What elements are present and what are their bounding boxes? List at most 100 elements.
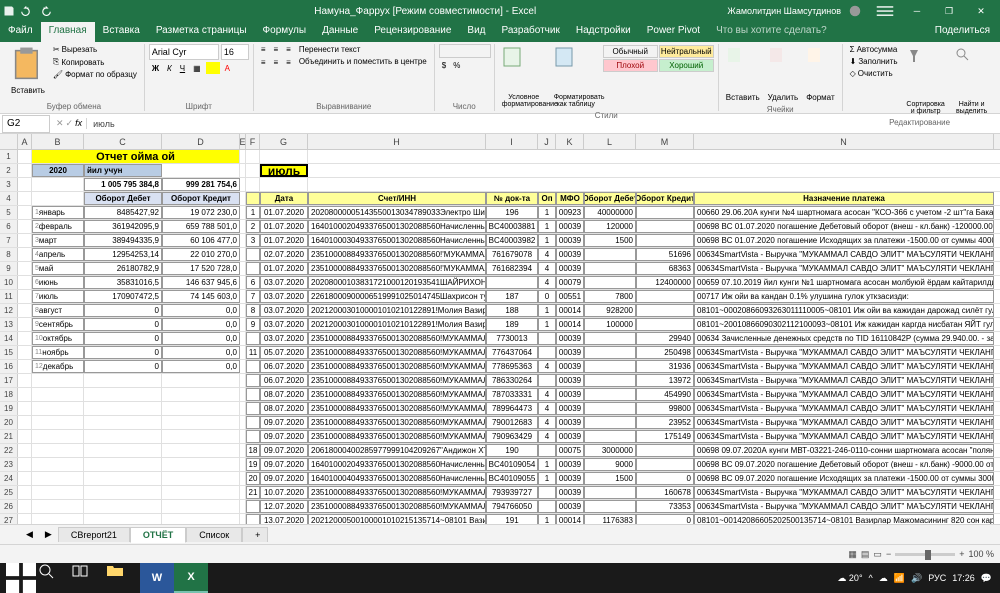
zoom-out[interactable]: − bbox=[886, 549, 891, 559]
debit-cell[interactable]: 9000 bbox=[584, 458, 636, 471]
mfo-cell[interactable]: 00039 bbox=[556, 220, 584, 233]
account-cell[interactable]: 23510000884933765001302088560!МУКАММАЛ С… bbox=[308, 360, 486, 373]
tray-up-icon[interactable]: ^ bbox=[869, 573, 873, 583]
account-cell[interactable]: 23510000884933765001302088560!МУКАММАЛ С… bbox=[308, 388, 486, 401]
credit-cell[interactable]: 146 637 945,6 bbox=[162, 276, 240, 289]
credit-cell[interactable]: 0,0 bbox=[162, 304, 240, 317]
purpose-cell[interactable]: 00698 BC 01.07.2020 погашение Дебетовый … bbox=[694, 220, 994, 233]
purpose-cell[interactable]: 00634SmartVista - Выручка "МУКАММАЛ САВД… bbox=[694, 402, 994, 415]
zoom-level[interactable]: 100 % bbox=[968, 549, 994, 559]
doc-cell[interactable]: 190 bbox=[486, 444, 538, 457]
cell[interactable] bbox=[18, 164, 32, 177]
debit-cell[interactable] bbox=[584, 276, 636, 289]
share-button[interactable]: Поделиться bbox=[925, 22, 1000, 42]
merge-button[interactable]: Объединить и поместить в центре bbox=[296, 56, 430, 67]
date-cell[interactable]: 09.07.2020 bbox=[260, 430, 308, 443]
debit-cell[interactable]: 0 bbox=[84, 318, 162, 331]
op-cell[interactable]: 1 bbox=[538, 458, 556, 471]
close-button[interactable]: ✕ bbox=[965, 0, 997, 22]
cell[interactable] bbox=[18, 402, 32, 415]
zoom-in[interactable]: + bbox=[959, 549, 964, 559]
op-cell[interactable] bbox=[538, 346, 556, 359]
date-cell[interactable]: 03.07.2020 bbox=[260, 304, 308, 317]
explorer-icon[interactable] bbox=[106, 563, 140, 593]
op-cell[interactable] bbox=[538, 500, 556, 513]
mfo-cell[interactable]: 00039 bbox=[556, 472, 584, 485]
row-header[interactable]: 25 bbox=[0, 486, 18, 499]
doc-cell[interactable]: 189 bbox=[486, 318, 538, 331]
row-header[interactable]: 26 bbox=[0, 500, 18, 513]
mfo-cell[interactable]: 00039 bbox=[556, 458, 584, 471]
col-D[interactable]: D bbox=[162, 134, 240, 149]
account-cell[interactable]: 23510000884933765001302088560!МУКАММАЛ С… bbox=[308, 374, 486, 387]
credit-cell[interactable]: 0,0 bbox=[162, 360, 240, 373]
menu-insert[interactable]: Вставка bbox=[95, 22, 148, 42]
month-cell[interactable]: июль bbox=[260, 164, 308, 177]
cut-button[interactable]: ✂Вырезать bbox=[50, 44, 140, 55]
col-N[interactable]: N bbox=[694, 134, 994, 149]
save-icon[interactable] bbox=[3, 5, 15, 17]
row-num[interactable]: 20 bbox=[246, 472, 260, 485]
paste-button[interactable]: Вставить bbox=[8, 44, 48, 97]
clock[interactable]: 17:26 bbox=[952, 573, 975, 583]
debit-cell[interactable]: 40000000 bbox=[584, 206, 636, 219]
date-cell[interactable]: 08.07.2020 bbox=[260, 402, 308, 415]
row-num[interactable]: 18 bbox=[246, 444, 260, 457]
account-cell[interactable]: 20208000103831721000120193541ШАЙРИХОНАВТ… bbox=[308, 276, 486, 289]
header-cre[interactable]: Оборот Кредит bbox=[636, 192, 694, 205]
col-J[interactable]: J bbox=[538, 134, 556, 149]
op-cell[interactable]: 4 bbox=[538, 402, 556, 415]
row-num[interactable] bbox=[246, 374, 260, 387]
menu-home[interactable]: Главная bbox=[41, 22, 95, 42]
align-top[interactable]: ≡ bbox=[258, 44, 269, 55]
cell[interactable] bbox=[18, 276, 32, 289]
row-header[interactable]: 19 bbox=[0, 402, 18, 415]
date-cell[interactable]: 06.07.2020 bbox=[260, 360, 308, 373]
cell[interactable] bbox=[18, 388, 32, 401]
date-cell[interactable]: 09.07.2020 bbox=[260, 458, 308, 471]
doc-cell[interactable]: 786330264 bbox=[486, 374, 538, 387]
start-button[interactable] bbox=[4, 563, 38, 593]
credit-cell[interactable]: 73353 bbox=[636, 500, 694, 513]
date-cell[interactable]: 03.07.2020 bbox=[260, 276, 308, 289]
account-cell[interactable]: 23510000884933765001302088560!МУКАММАЛ С… bbox=[308, 430, 486, 443]
search-icon[interactable] bbox=[38, 563, 72, 593]
debit-cell[interactable]: 7800 bbox=[584, 290, 636, 303]
month-cell[interactable]: 4 апрель bbox=[32, 248, 84, 261]
credit-cell[interactable]: 160678 bbox=[636, 486, 694, 499]
debit-cell[interactable]: 120000 bbox=[584, 220, 636, 233]
credit-cell[interactable]: 454990 bbox=[636, 388, 694, 401]
doc-cell[interactable]: 778695363 bbox=[486, 360, 538, 373]
row-header[interactable]: 1 bbox=[0, 150, 18, 163]
op-cell[interactable]: 4 bbox=[538, 276, 556, 289]
bold-button[interactable]: Ж bbox=[149, 62, 162, 74]
purpose-cell[interactable]: 00634SmartVista - Выручка "МУКАММАЛ САВД… bbox=[694, 248, 994, 261]
debit-cell[interactable] bbox=[584, 374, 636, 387]
fill[interactable]: ⬇ Заполнить bbox=[847, 56, 901, 67]
doc-cell[interactable] bbox=[486, 276, 538, 289]
row-num[interactable] bbox=[246, 360, 260, 373]
mfo-cell[interactable]: 00551 bbox=[556, 290, 584, 303]
doc-cell[interactable]: BC40109055 bbox=[486, 472, 538, 485]
row-header[interactable]: 15 bbox=[0, 346, 18, 359]
tab-nav-prev[interactable]: ◀ bbox=[20, 529, 39, 540]
debit-cell[interactable]: 1176383 bbox=[584, 514, 636, 524]
doc-cell[interactable]: 191 bbox=[486, 514, 538, 524]
debit-cell[interactable] bbox=[584, 486, 636, 499]
credit-cell[interactable]: 51696 bbox=[636, 248, 694, 261]
credit-cell[interactable] bbox=[636, 444, 694, 457]
col-C[interactable]: C bbox=[84, 134, 162, 149]
doc-cell[interactable]: BC40003982 bbox=[486, 234, 538, 247]
doc-cell[interactable]: 7730013 bbox=[486, 332, 538, 345]
col-G[interactable]: G bbox=[260, 134, 308, 149]
op-cell[interactable]: 1 bbox=[538, 234, 556, 247]
purpose-cell[interactable]: 00634SmartVista - Выручка "МУКАММАЛ САВД… bbox=[694, 374, 994, 387]
doc-cell[interactable]: 790963429 bbox=[486, 430, 538, 443]
user-avatar[interactable] bbox=[849, 5, 861, 17]
clear[interactable]: ◇ Очистить bbox=[847, 68, 901, 79]
account-cell[interactable]: 16401000404933765001302088560Начисленные… bbox=[308, 472, 486, 485]
mfo-cell[interactable]: 00039 bbox=[556, 388, 584, 401]
header-debit[interactable]: Оборот Дебет bbox=[84, 192, 162, 205]
cell[interactable] bbox=[18, 416, 32, 429]
purpose-cell[interactable]: 00634SmartVista - Выручка "МУКАММАЛ САВД… bbox=[694, 360, 994, 373]
